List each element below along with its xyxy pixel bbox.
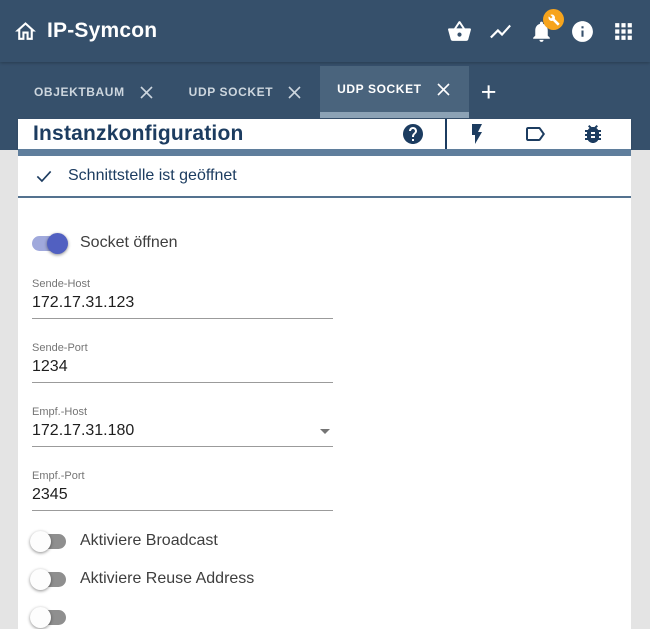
check-icon xyxy=(34,166,54,186)
reuse-address-toggle[interactable] xyxy=(32,572,66,587)
field-label: Empf.-Port xyxy=(32,469,333,483)
toggle-knob xyxy=(47,233,68,254)
page-title: Instanzkonfiguration xyxy=(33,122,244,146)
wrench-icon xyxy=(548,14,560,26)
instance-configuration-panel: Instanzkonfiguration Schnittstelle ist g… xyxy=(18,119,631,620)
toggle-row-reuse-address: Aktiviere Reuse Address xyxy=(32,567,631,591)
status-text: Schnittstelle ist geöffnet xyxy=(68,167,237,185)
info-icon[interactable] xyxy=(569,18,595,44)
panel-toolbar xyxy=(400,119,631,149)
tab-label: UDP SOCKET xyxy=(189,85,273,99)
debug-bug-icon[interactable] xyxy=(580,122,605,147)
toggle-row-broadcast: Aktiviere Broadcast xyxy=(32,529,631,553)
store-icon[interactable] xyxy=(446,18,472,44)
actions-flash-icon[interactable] xyxy=(464,122,489,147)
charts-icon[interactable] xyxy=(487,18,513,44)
toggle-row-socket-open: Socket öffnen xyxy=(32,231,631,255)
toggle-label: Socket öffnen xyxy=(80,234,178,252)
home-icon xyxy=(13,19,38,44)
toggle-knob xyxy=(30,569,51,590)
close-icon[interactable] xyxy=(286,84,303,101)
field-label: Sende-Host xyxy=(32,277,333,291)
partial-toggle[interactable] xyxy=(32,610,66,625)
help-icon[interactable] xyxy=(400,122,425,147)
status-bar: Schnittstelle ist geöffnet xyxy=(18,156,631,198)
field-sende-port: Sende-Port xyxy=(32,341,333,383)
toggle-label: Aktiviere Broadcast xyxy=(80,532,218,550)
notifications-icon[interactable] xyxy=(528,18,554,44)
empf-port-input[interactable] xyxy=(32,483,333,511)
app-logo[interactable]: IP-Symcon xyxy=(13,19,157,44)
close-icon[interactable] xyxy=(435,81,452,98)
field-label: Sende-Port xyxy=(32,341,333,355)
field-empf-host: Empf.-Host xyxy=(32,405,333,447)
broadcast-toggle[interactable] xyxy=(32,534,66,549)
toggle-label: Aktiviere Reuse Address xyxy=(80,570,254,588)
app-header: IP-Symcon xyxy=(0,0,650,62)
toggle-knob xyxy=(30,531,51,552)
close-icon[interactable] xyxy=(138,84,155,101)
panel-titlebar: Instanzkonfiguration xyxy=(18,119,631,149)
tab-udp-socket-1[interactable]: UDP SOCKET xyxy=(172,66,320,118)
label-tag-icon[interactable] xyxy=(522,122,547,147)
sende-host-input[interactable] xyxy=(32,291,333,319)
field-label: Empf.-Host xyxy=(32,405,333,419)
header-icons xyxy=(446,18,650,44)
tab-bar: OBJEKTBAUM UDP SOCKET UDP SOCKET + xyxy=(0,62,650,118)
toggle-row-partial xyxy=(32,605,631,629)
empf-host-input[interactable] xyxy=(32,419,333,447)
app-title: IP-Symcon xyxy=(47,19,157,43)
field-sende-host: Sende-Host xyxy=(32,277,333,319)
tab-udp-socket-2-active[interactable]: UDP SOCKET xyxy=(320,66,468,118)
tab-label: OBJEKTBAUM xyxy=(34,85,125,99)
toggle-knob xyxy=(30,607,51,628)
config-form: Socket öffnen Sende-Host Sende-Port Empf… xyxy=(18,198,631,629)
tab-label: UDP SOCKET xyxy=(337,82,421,96)
new-tab-button[interactable]: + xyxy=(469,66,509,118)
dropdown-caret-icon[interactable] xyxy=(320,429,330,434)
socket-open-toggle[interactable] xyxy=(32,236,66,251)
sende-port-input[interactable] xyxy=(32,355,333,383)
apps-grid-icon[interactable] xyxy=(610,18,636,44)
config-card: Schnittstelle ist geöffnet Socket öffnen… xyxy=(18,149,631,629)
update-wrench-badge xyxy=(543,9,564,30)
toolbar-divider xyxy=(445,119,447,149)
field-empf-port: Empf.-Port xyxy=(32,469,333,511)
tab-objektbaum[interactable]: OBJEKTBAUM xyxy=(17,66,172,118)
